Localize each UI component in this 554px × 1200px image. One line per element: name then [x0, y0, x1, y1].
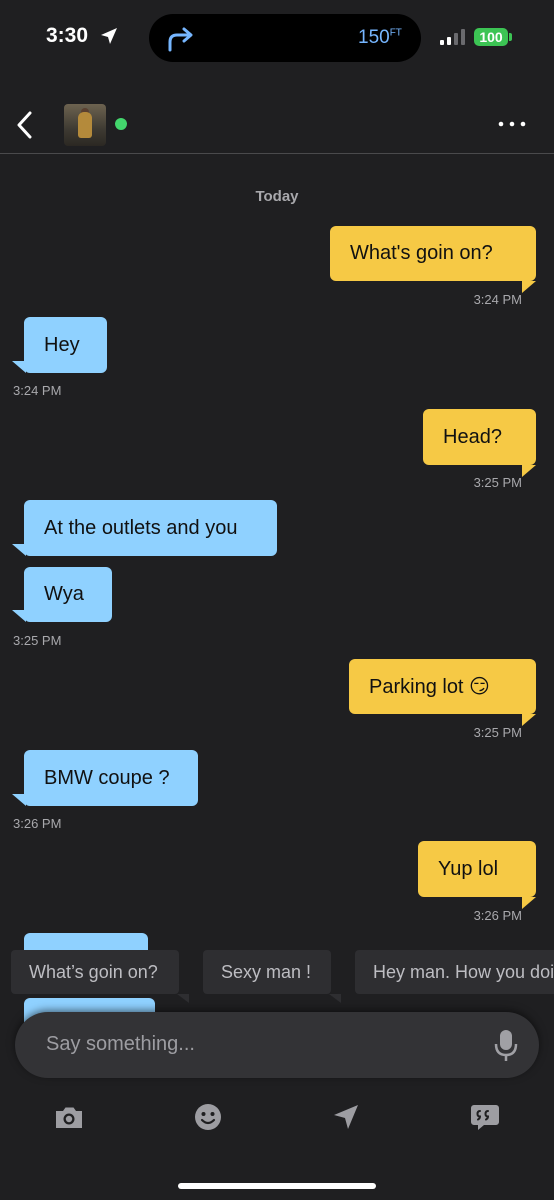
chip-tail	[329, 994, 341, 1003]
message-timestamp: 3:26 PM	[13, 816, 62, 831]
bubble-tail	[522, 465, 536, 477]
message-bubble-incoming[interactable]: Wya	[24, 567, 112, 622]
message-bubble-incoming[interactable]: At the outlets and you	[24, 500, 277, 556]
online-status-dot	[115, 118, 127, 130]
message-bubble-outgoing[interactable]: Head?	[423, 409, 536, 465]
message-timestamp: 3:25 PM	[473, 475, 522, 490]
bubble-tail	[12, 361, 26, 373]
bubble-tail	[12, 610, 26, 622]
more-options-button[interactable]	[495, 114, 529, 134]
microphone-icon[interactable]	[494, 1028, 518, 1062]
battery-cap	[509, 33, 512, 41]
battery-level: 100	[474, 28, 508, 46]
cellular-signal-icon	[440, 29, 465, 45]
message-bubble-outgoing[interactable]: Yup lol	[418, 841, 536, 897]
message-bubble-incoming[interactable]: BMW coupe ?	[24, 750, 198, 806]
status-time: 3:30	[46, 24, 89, 47]
message-input-placeholder: Say something...	[46, 1033, 195, 1055]
message-timestamp: 3:24 PM	[13, 383, 62, 398]
message-timestamp: 3:25 PM	[13, 633, 62, 648]
bubble-tail	[522, 897, 536, 909]
turn-right-arrow-icon	[168, 27, 193, 52]
bubble-tail	[522, 281, 536, 293]
day-separator: Today	[255, 188, 299, 205]
message-timestamp: 3:25 PM	[473, 725, 522, 740]
home-indicator[interactable]	[178, 1183, 376, 1189]
saved-phrases-icon[interactable]	[470, 1102, 500, 1132]
message-bubble-incoming[interactable]: Hey	[24, 317, 107, 373]
message-timestamp: 3:24 PM	[473, 292, 522, 307]
message-bubble-outgoing[interactable]: Parking lot 😏	[349, 659, 536, 714]
quick-reply-chip[interactable]: Sexy man !	[203, 950, 331, 994]
profile-avatar[interactable]	[64, 104, 106, 146]
bubble-tail	[522, 714, 536, 726]
camera-icon[interactable]	[54, 1102, 84, 1132]
location-arrow-icon	[101, 28, 117, 44]
header-divider	[0, 153, 554, 154]
quick-reply-chip[interactable]: What’s goin on?	[11, 950, 179, 994]
chip-tail	[177, 994, 189, 1003]
quick-reply-chip[interactable]: Hey man. How you doi	[355, 950, 554, 994]
back-button[interactable]	[10, 108, 42, 142]
emoji-icon[interactable]	[193, 1102, 223, 1132]
bubble-tail	[12, 544, 26, 556]
bubble-tail	[12, 794, 26, 806]
message-timestamp: 3:26 PM	[473, 908, 522, 923]
message-bubble-outgoing[interactable]: What's goin on?	[330, 226, 536, 281]
location-icon[interactable]	[331, 1102, 361, 1132]
navigation-distance: 150FT	[358, 27, 402, 48]
